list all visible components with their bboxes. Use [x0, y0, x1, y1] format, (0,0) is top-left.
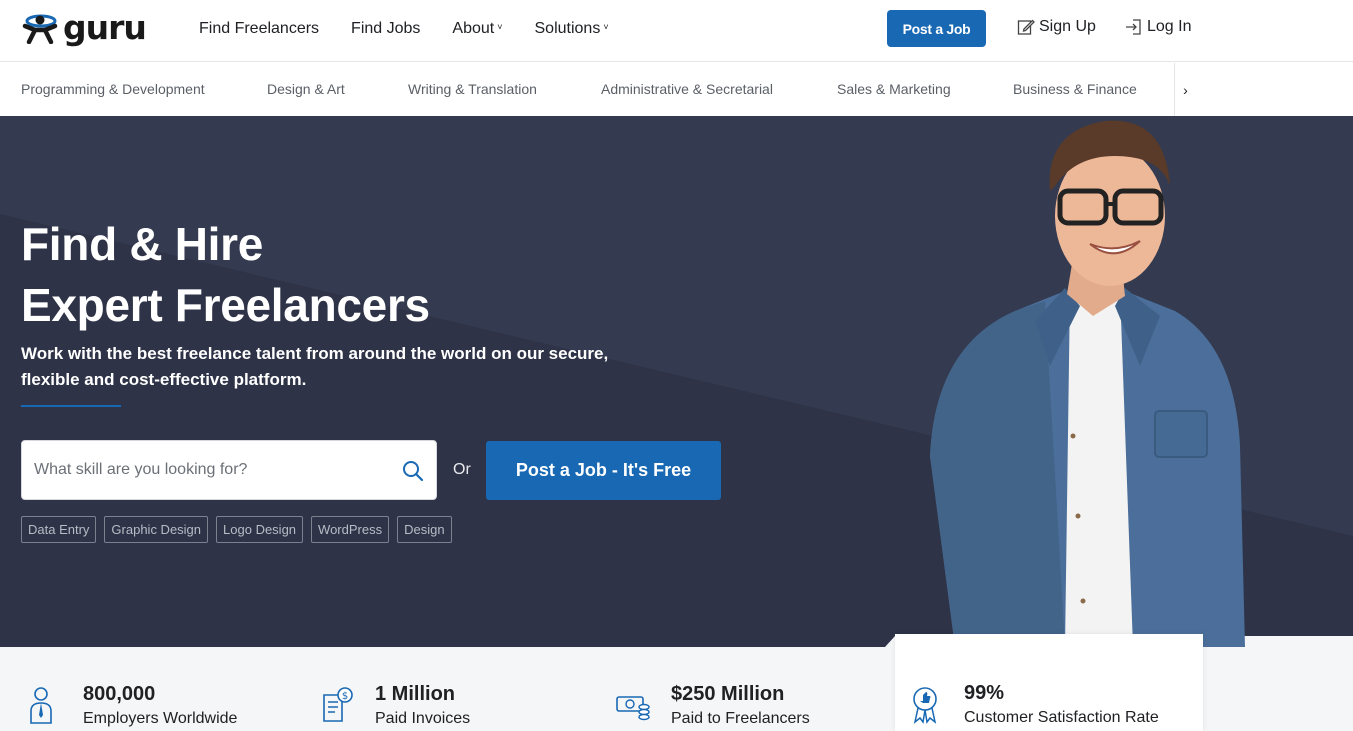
hero-title: Find & Hire Expert Freelancers [21, 214, 430, 336]
category-design-art[interactable]: Design & Art [267, 81, 345, 97]
chip-logo-design[interactable]: Logo Design [216, 516, 304, 543]
chevron-down-icon: ˅ [603, 22, 609, 32]
category-writing[interactable]: Writing & Translation [408, 81, 537, 97]
stat-satisfaction-label: Customer Satisfaction Rate [964, 709, 1159, 726]
chip-design[interactable]: Design [397, 516, 452, 543]
hero-divider [21, 405, 121, 407]
login-icon [1126, 19, 1141, 35]
freelancer-photo [930, 120, 1245, 647]
svg-text:$: $ [342, 691, 348, 702]
nav-find-freelancers[interactable]: Find Freelancers [199, 20, 319, 38]
post-job-button[interactable]: Post a Job [887, 10, 986, 47]
award-icon [913, 687, 937, 724]
skill-search-box [21, 440, 437, 500]
money-icon [616, 696, 650, 721]
stat-satisfaction-value: 99% [964, 682, 1005, 704]
log-in-link[interactable]: Log In [1125, 18, 1191, 36]
edit-icon [1017, 19, 1035, 35]
nav-solutions-label: Solutions [534, 20, 601, 37]
search-icon[interactable] [402, 460, 424, 482]
nav-find-jobs[interactable]: Find Jobs [351, 20, 420, 38]
guru-logo-icon [22, 14, 58, 44]
guru-logo[interactable]: guru [21, 11, 153, 45]
top-navigation: guru Find Freelancers Find Jobs About ˅ … [0, 0, 1353, 62]
chip-wordpress[interactable]: WordPress [311, 516, 390, 543]
nav-about-label: About [452, 20, 495, 37]
skill-search-input[interactable] [22, 441, 392, 499]
category-sales-marketing[interactable]: Sales & Marketing [837, 81, 951, 97]
stat-invoices-label: Paid Invoices [375, 710, 471, 727]
or-separator: Or [453, 461, 471, 478]
stat-employers: 800,000 Employers Worldwide [28, 682, 237, 730]
nav-about[interactable]: About ˅ [452, 20, 502, 38]
stat-satisfaction: 99% Customer Satisfaction Rate [909, 681, 1159, 729]
chip-data-entry[interactable]: Data Entry [21, 516, 97, 543]
popular-skill-chips: Data Entry Graphic Design Logo Design Wo… [21, 516, 460, 543]
chip-graphic-design[interactable]: Graphic Design [104, 516, 209, 543]
invoice-icon: $ [323, 687, 353, 722]
stat-invoices-value: 1 Million [375, 683, 455, 705]
log-in-label: Log In [1147, 18, 1192, 35]
stat-invoices: $ 1 Million Paid Invoices [320, 682, 470, 730]
category-business-finance[interactable]: Business & Finance [1013, 81, 1137, 97]
employer-icon [30, 687, 52, 724]
stat-paid: $250 Million Paid to Freelancers [616, 682, 810, 730]
sign-up-label: Sign Up [1039, 18, 1096, 35]
chevron-down-icon: ˅ [497, 22, 503, 32]
category-administrative[interactable]: Administrative & Secretarial [601, 81, 773, 97]
stat-paid-value: $250 Million [671, 683, 785, 705]
category-programming[interactable]: Programming & Development [21, 81, 205, 97]
post-job-free-button[interactable]: Post a Job - It's Free [486, 441, 721, 500]
hero-subtitle: Work with the best freelance talent from… [21, 344, 609, 389]
hero-title-line-1: Find & Hire [21, 218, 264, 270]
hero-title-line-2: Expert Freelancers [21, 279, 430, 331]
hero-section: Find & Hire Expert Freelancers Work with… [0, 116, 1353, 647]
sign-up-link[interactable]: Sign Up [1017, 18, 1096, 36]
stat-paid-label: Paid to Freelancers [671, 710, 810, 727]
chevron-right-icon: › [1183, 81, 1188, 98]
stat-employers-value: 800,000 [83, 683, 156, 705]
logo-wordmark: guru [63, 8, 147, 47]
stat-employers-label: Employers Worldwide [83, 710, 238, 727]
nav-solutions[interactable]: Solutions ˅ [535, 20, 609, 38]
category-bar: Programming & Development Design & Art W… [0, 63, 1353, 116]
category-scroll-right-button[interactable]: › [1174, 63, 1196, 116]
